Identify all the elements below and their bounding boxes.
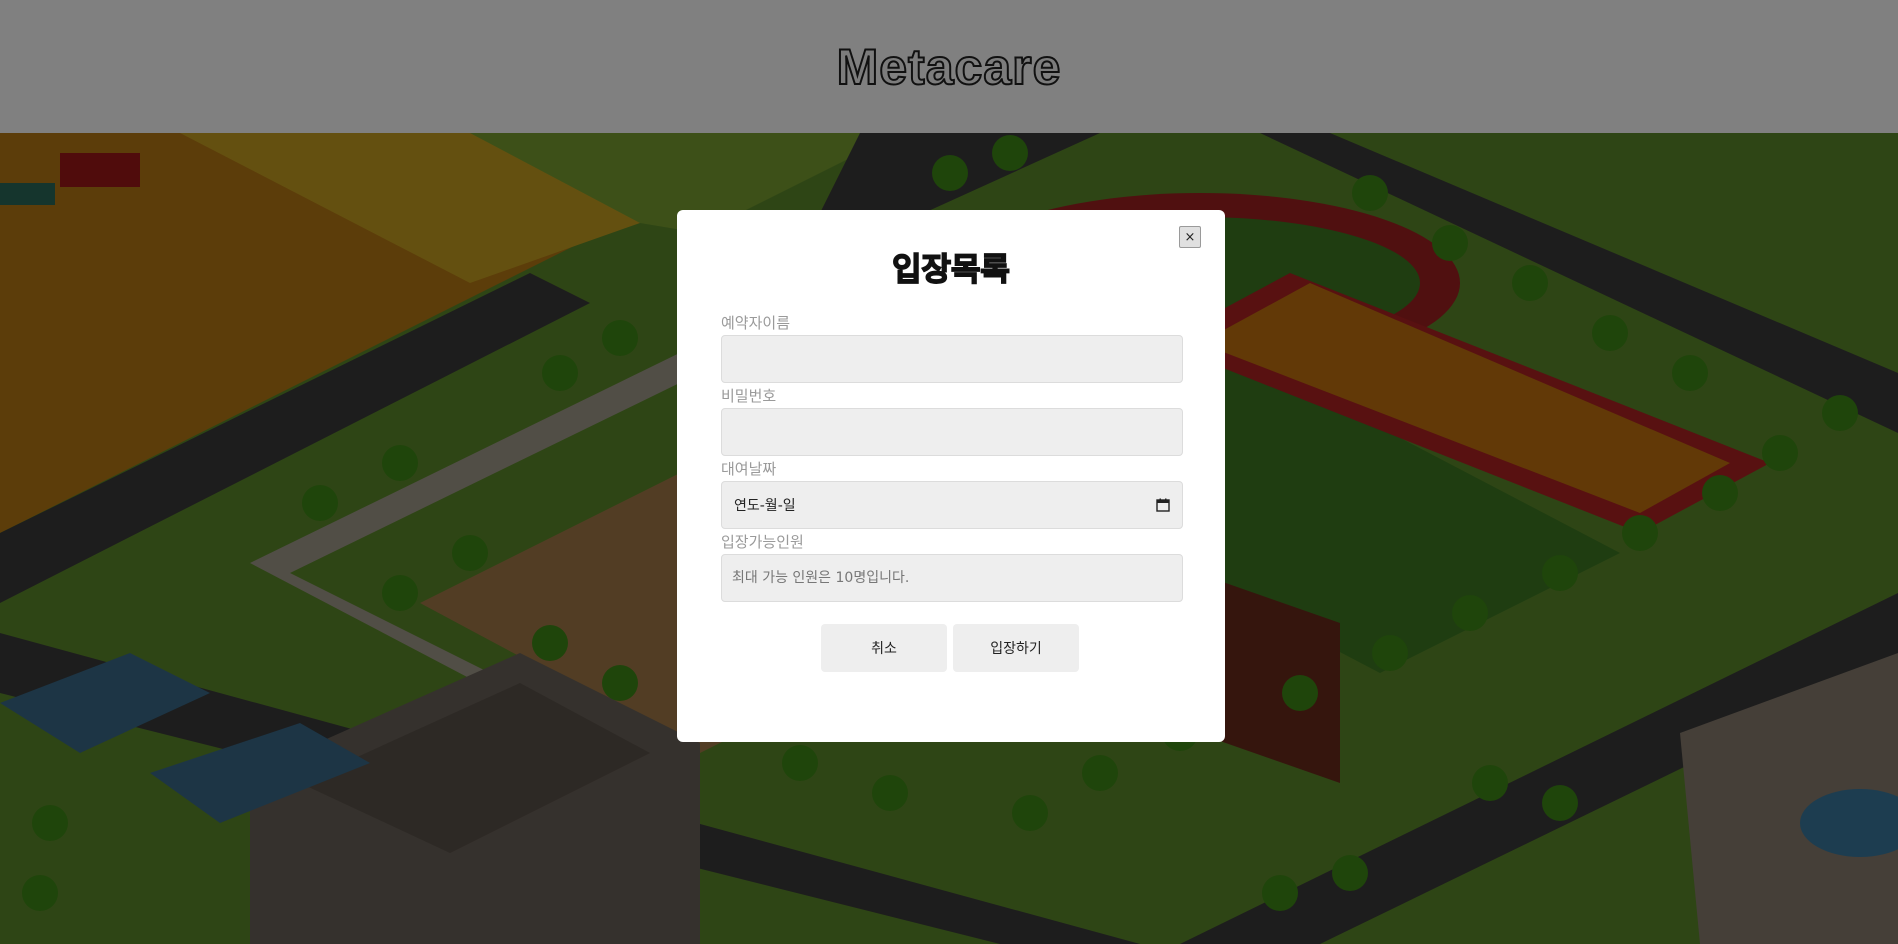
- rental-date-label: 대여날짜: [721, 460, 777, 478]
- capacity-input[interactable]: [721, 554, 1183, 602]
- header-bar: Metacare: [0, 0, 1898, 133]
- entry-list-modal: × 입장목록 예약자이름 비밀번호 대여날짜 연도-월-일 입장가능인원 취소 …: [677, 210, 1225, 742]
- app-page: Metacare × 입장목록 예약자이름 비밀번호 대여날짜 연도-월-일 입…: [0, 0, 1898, 944]
- password-input[interactable]: [721, 408, 1183, 456]
- date-value: 연도-월-일: [734, 498, 796, 514]
- enter-button[interactable]: 입장하기: [953, 624, 1079, 672]
- close-icon: ×: [1184, 229, 1196, 245]
- reserver-name-label: 예약자이름: [721, 314, 791, 332]
- calendar-icon[interactable]: [1156, 498, 1170, 512]
- modal-title: 입장목록: [891, 249, 1010, 289]
- capacity-label: 입장가능인원: [721, 533, 804, 551]
- reserver-name-input[interactable]: [721, 335, 1183, 383]
- rental-date-input[interactable]: 연도-월-일: [721, 481, 1183, 529]
- password-label: 비밀번호: [721, 387, 777, 405]
- app-logo: Metacare: [836, 38, 1062, 96]
- cancel-button[interactable]: 취소: [821, 624, 947, 672]
